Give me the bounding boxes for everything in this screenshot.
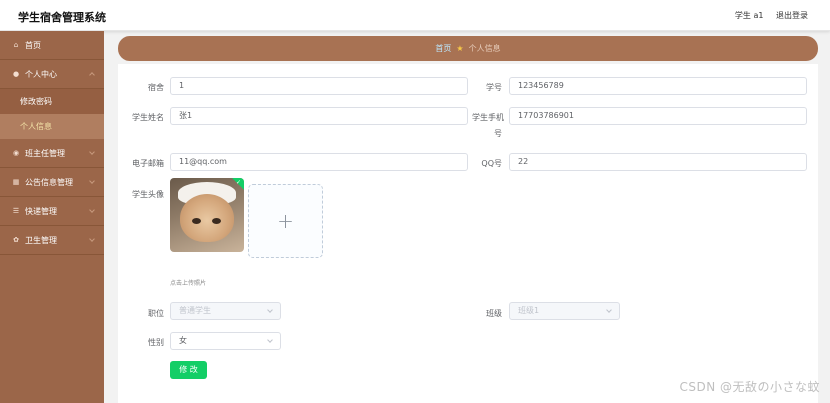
app-title: 学生宿舍管理系统 [18,11,106,24]
sidebar-item-label: 公告信息管理 [25,177,73,187]
sidebar-item-label: 个人中心 [25,69,57,79]
breadcrumb-current: 个人信息 [468,44,501,53]
avatar-label: 学生头像 [132,190,164,199]
personal-info-form: 宿舍 1 学号 123456789 学生姓名 张1 学生手机 号 1770378… [118,64,818,403]
location-icon: ◉ [12,149,20,157]
top-header: 学生宿舍管理系统 学生 a1 退出登录 [0,0,830,31]
sidebar-subitem-change-password[interactable]: 修改密码 [0,89,104,114]
phone-label: 学生手机 [472,113,504,122]
sidebar-item-label: 快递管理 [25,206,57,216]
sidebar-item-announcement[interactable]: ▦ 公告信息管理 [0,168,104,197]
sidebar-item-personal-center[interactable]: ● 个人中心 [0,60,104,89]
avatar-upload-button[interactable]: + [248,184,323,258]
gender-value: 女 [179,336,187,345]
watermark: CSDN @无敌の小さな蚊 [679,380,820,394]
sidebar-item-home[interactable]: ⌂ 首页 [0,31,104,60]
breadcrumb-home[interactable]: 首页 [435,43,451,54]
star-icon: ★ [456,44,464,53]
sidebar-item-hygiene[interactable]: ✿ 卫生管理 [0,226,104,255]
grid-icon: ▦ [12,178,20,186]
plus-icon: + [277,209,294,233]
email-label: 电子邮箱 [132,159,164,168]
upload-tip: 点击上传照片 [170,280,207,287]
qq-label: QQ号 [481,159,502,168]
name-input[interactable]: 张1 [170,107,468,125]
position-label: 职位 [148,309,164,318]
avatar[interactable]: ✓ [170,178,244,252]
sidebar-subitem-personal-info[interactable]: 个人信息 [0,114,104,139]
home-icon: ⌂ [13,41,19,49]
personal-center-submenu: 修改密码 个人信息 [0,89,104,139]
gender-label: 性别 [148,338,164,347]
student-no-label: 学号 [486,83,502,92]
settings-icon: ✿ [13,236,19,244]
chevron-down-icon [89,236,95,242]
gender-select[interactable]: 女 [170,332,281,350]
sidebar-item-label: 班主任管理 [25,148,65,158]
check-icon: ✓ [235,179,241,186]
dorm-label: 宿舍 [148,83,164,92]
list-icon: ☰ [12,207,20,215]
submit-button[interactable]: 修 改 [170,361,207,379]
user-icon: ● [12,70,20,78]
class-select[interactable]: 班级1 [509,302,620,320]
name-label: 学生姓名 [132,113,164,122]
dorm-input[interactable]: 1 [170,77,468,95]
breadcrumb: 首页 ★ 个人信息 [118,36,818,61]
chevron-down-icon [89,149,95,155]
chevron-up-icon [89,72,95,78]
student-no-input[interactable]: 123456789 [509,77,807,95]
chevron-down-icon [606,307,612,313]
position-value: 普通学生 [179,306,211,315]
sidebar-item-label: 首页 [25,40,41,50]
chevron-down-icon [89,178,95,184]
qq-input[interactable]: 22 [509,153,807,171]
logout-link[interactable]: 退出登录 [776,11,808,20]
phone-input[interactable]: 17703786901 [509,107,807,125]
current-user: 学生 a1 [734,11,764,20]
sidebar-item-label: 卫生管理 [25,235,57,245]
position-select[interactable]: 普通学生 [170,302,281,320]
chevron-down-icon [267,307,273,313]
sidebar-item-headteacher[interactable]: ◉ 班主任管理 [0,139,104,168]
class-label: 班级 [486,309,502,318]
phone-label-wrap: 号 [494,129,502,138]
sidebar-item-express[interactable]: ☰ 快递管理 [0,197,104,226]
header-user-area: 学生 a1 退出登录 [725,10,808,21]
email-input[interactable]: 11@qq.com [170,153,468,171]
chevron-down-icon [267,337,273,343]
chevron-down-icon [89,207,95,213]
sidebar: ⌂ 首页 ● 个人中心 修改密码 个人信息 ◉ 班主任管理 ▦ 公告信息管理 ☰… [0,31,104,403]
class-value: 班级1 [518,306,540,315]
